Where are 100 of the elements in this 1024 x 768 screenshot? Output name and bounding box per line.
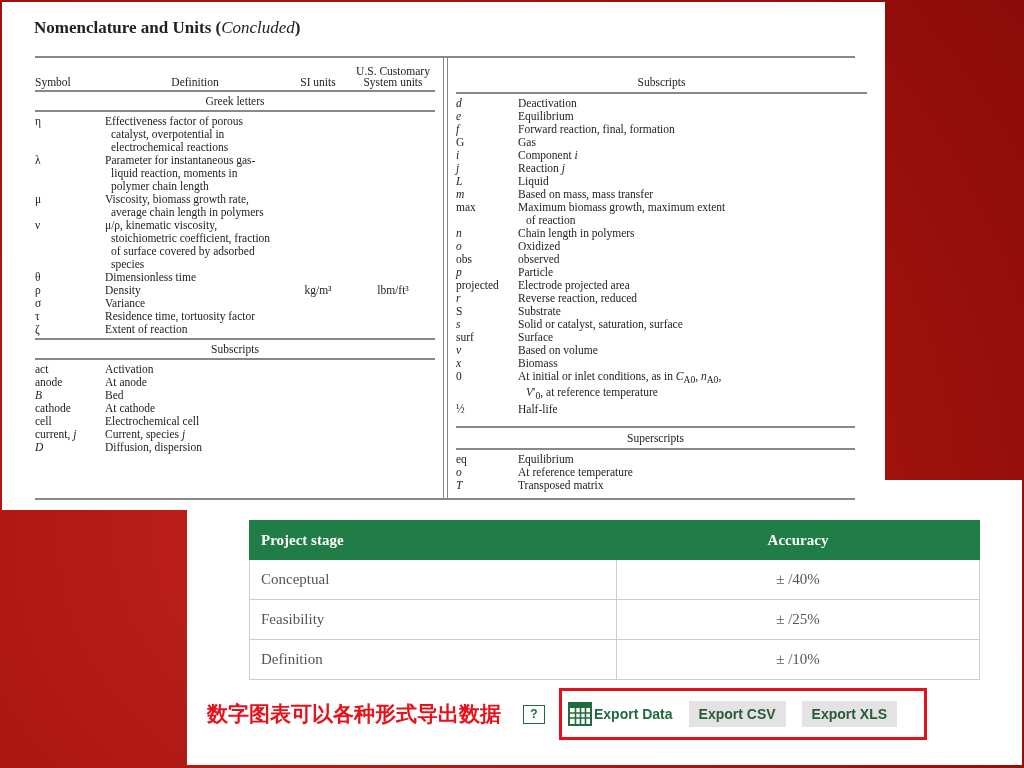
- symbol-cell-text: max: [456, 201, 477, 215]
- symbol-cell-text: ½: [456, 402, 466, 416]
- definition-cell-text: At anode: [105, 376, 148, 389]
- symbol-cell-text: j: [456, 162, 461, 175]
- definition-cell-text: Residence time, tortuosity factor: [105, 310, 257, 323]
- definition-cell-text: Gas: [518, 136, 537, 149]
- definition-cell-text: Based on mass, mass transfer: [518, 188, 655, 201]
- column-header: U.S. Customary System units: [355, 66, 431, 88]
- definition-cell-text: At cathode: [105, 402, 157, 415]
- column-header: Definition: [170, 77, 220, 88]
- definition-cell-text: Parameter for instantaneous gas-liquid reaction, moments in polymer chain length: [105, 154, 257, 193]
- definition-cell-text: Electrode projected area: [518, 279, 631, 292]
- symbol-cell-text: o: [456, 465, 462, 479]
- definition-cell-text: Dimensionless time: [105, 271, 198, 284]
- table-cell: ± /25%: [616, 599, 980, 640]
- symbol-cell-text: G: [456, 136, 466, 149]
- symbol-cell-text: x: [456, 357, 463, 370]
- definition-cell-text: Variance: [105, 297, 147, 310]
- definition-cell-text: Equilibrium: [518, 110, 575, 123]
- definition-cell-text: Diffusion, dispersion: [105, 441, 203, 454]
- symbol-cell-text: surf: [456, 331, 475, 344]
- definition-cell-text: At initial or inlet conditions, as in C$_{A0}$, n$_{A0}$, V′$_{0}$, at reference temperature: [518, 370, 723, 403]
- unit-cell: lbm/ft³: [377, 284, 409, 296]
- section-heading: Superscripts: [627, 431, 684, 444]
- column-header: SI units: [299, 77, 337, 88]
- export-button[interactable]: Export CSV: [688, 701, 786, 727]
- definition-cell-text: Maximum biomass growth, maximum extent of reaction: [518, 201, 727, 227]
- symbol-cell-text: projected: [456, 279, 500, 292]
- definition-cell-text: Biomass: [518, 357, 559, 370]
- definition-cell-text: Based on volume: [518, 344, 599, 357]
- section-heading: Subscripts: [211, 343, 259, 355]
- symbol-cell-text: T: [456, 478, 464, 492]
- symbol-cell-text: m: [456, 188, 466, 201]
- symbol-cell-text: s: [456, 318, 462, 331]
- definition-cell-text: observed: [518, 253, 561, 266]
- symbol-cell-text: ρ: [35, 284, 42, 297]
- definition-cell-text: Transposed matrix: [518, 478, 604, 492]
- column-header: Accuracy: [616, 520, 980, 560]
- column-header: Symbol: [35, 77, 72, 88]
- symbol-cell-text: v: [456, 344, 463, 357]
- table-cell: Definition: [249, 639, 617, 680]
- symbol-cell-text: anode: [35, 376, 64, 389]
- unit-cell: kg/m³: [304, 284, 332, 296]
- spreadsheet-icon: [568, 702, 592, 726]
- symbol-cell-text: o: [456, 240, 463, 253]
- definition-cell-text: Density: [105, 284, 142, 297]
- symbol-cell-text: μ: [35, 193, 43, 208]
- definition-cell-text: At reference temperature: [518, 465, 634, 479]
- symbol-cell-text: ζ: [35, 323, 41, 336]
- symbol-cell-text: d: [456, 97, 463, 110]
- symbol-cell-text: ν: [35, 219, 42, 233]
- symbol-cell-text: i: [456, 149, 461, 162]
- definition-cell-text: Reverse reaction, reduced: [518, 292, 639, 305]
- table-cell: ± /10%: [616, 639, 980, 680]
- symbol-cell-text: eq: [456, 452, 468, 466]
- symbol-cell-text: B: [35, 389, 44, 402]
- symbol-cell-text: S: [456, 305, 464, 318]
- definition-cell-text: Component i: [518, 149, 579, 162]
- symbol-cell-text: f: [456, 123, 462, 136]
- symbol-cell-text: L: [456, 175, 464, 188]
- table-cell: ± /40%: [616, 559, 980, 600]
- symbol-cell-text: D: [35, 441, 45, 454]
- definition-cell-text: Oxidized: [518, 240, 562, 253]
- definition-cell-text: Substrate: [518, 305, 562, 318]
- definition-cell: μ/ρ, kinematic viscosity, stoichiometric coefficient, fraction of surface covered by adsorbed species: [105, 219, 271, 271]
- symbol-cell-text: θ: [35, 271, 42, 284]
- symbol-cell-text: r: [456, 292, 462, 305]
- table-cell: Conceptual: [249, 559, 617, 600]
- symbol-cell-text: act: [35, 363, 50, 376]
- annotation-text: 数字图表可以各种形式导出数据: [207, 701, 501, 728]
- document-title: Nomenclature and Units (Concluded): [34, 18, 302, 38]
- symbol-cell-text: e: [456, 110, 463, 123]
- definition-cell-text: Activation: [105, 363, 155, 376]
- definition-cell-text: Chain length in polymers: [518, 227, 636, 240]
- table-cell: Feasibility: [249, 599, 617, 640]
- definition-cell-text: Half-life: [518, 402, 559, 416]
- export-data-link[interactable]: Export Data: [594, 706, 673, 722]
- definition-cell-text: Forward reaction, final, formation: [518, 123, 676, 136]
- section-heading: Subscripts: [637, 76, 686, 88]
- definition-cell-text: Solid or catalyst, saturation, surface: [518, 318, 684, 331]
- definition-cell-text: Effectiveness factor of porous catalyst, overpotential in electrochemical reactions: [105, 115, 245, 154]
- definition-cell-text: Current, species j: [105, 428, 187, 441]
- symbol-cell-text: σ: [35, 297, 43, 310]
- definition-cell-text: Liquid: [518, 175, 550, 188]
- symbol-cell-text: obs: [456, 253, 473, 266]
- export-button[interactable]: Export XLS: [801, 701, 898, 727]
- definition-cell-text: Surface: [518, 331, 555, 344]
- definition-cell-text: Particle: [518, 266, 555, 279]
- symbol-cell-text: λ: [35, 154, 42, 168]
- definition-cell-text: Bed: [105, 389, 125, 402]
- symbol-cell-text: p: [456, 266, 463, 279]
- definition-cell-text: Deactivation: [518, 97, 578, 110]
- section-heading: Greek letters: [205, 95, 265, 107]
- symbol-cell-text: η: [35, 115, 42, 130]
- column-header: Project stage: [249, 520, 617, 560]
- definition-cell-text: Extent of reaction: [105, 323, 189, 336]
- definition-cell-text: Equilibrium: [518, 452, 575, 466]
- symbol-cell-text: current, j: [35, 428, 78, 441]
- help-button[interactable]: ?: [523, 704, 545, 724]
- symbol-cell-text: n: [456, 227, 463, 240]
